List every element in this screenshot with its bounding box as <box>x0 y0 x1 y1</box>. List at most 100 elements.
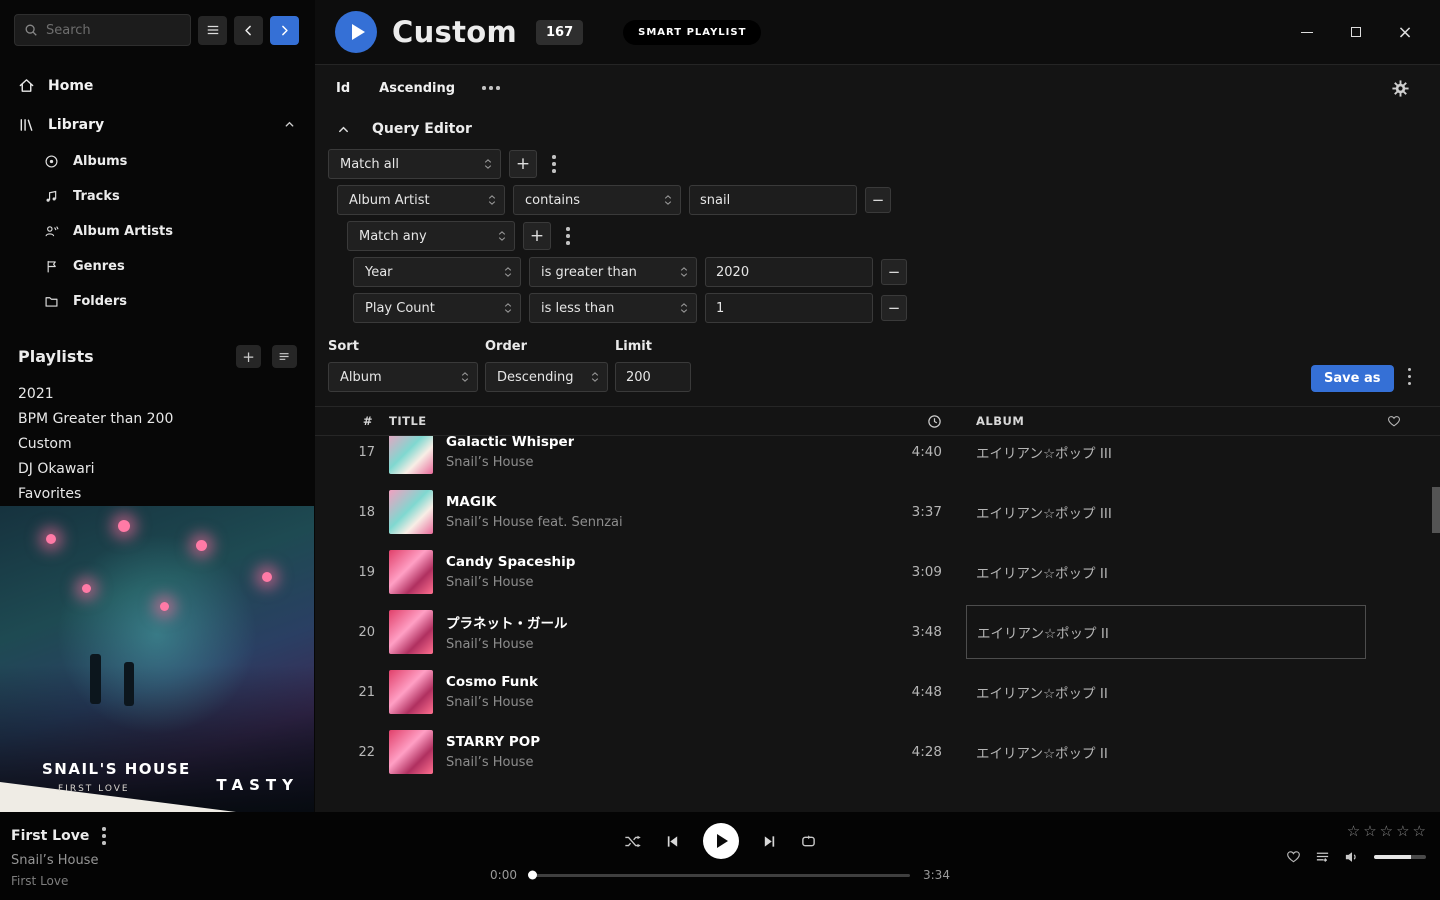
chevron-up-icon[interactable] <box>284 119 295 130</box>
playlist-item[interactable]: BPM Greater than 200 <box>18 406 297 431</box>
search-icon <box>24 23 38 37</box>
save-menu-icon[interactable] <box>1401 364 1419 390</box>
track-row[interactable]: 22 STARRY POP Snail’s House 4:28 エイリアン☆ポ… <box>315 722 1440 782</box>
seek-bar[interactable] <box>530 874 910 877</box>
group-menu-icon[interactable] <box>545 151 563 177</box>
track-count-badge: 167 <box>536 20 583 45</box>
collapse-button[interactable] <box>332 118 354 140</box>
order-select[interactable]: Descending <box>485 362 608 392</box>
repeat-button[interactable] <box>800 834 817 849</box>
query-editor-header: Query Editor <box>315 111 1440 149</box>
rule-operator-select[interactable]: contains <box>513 185 681 215</box>
playlist-item[interactable]: DJ Okawari <box>18 456 297 481</box>
rule-value-input[interactable] <box>689 185 857 215</box>
more-options-icon[interactable] <box>478 82 504 94</box>
play-pause-button[interactable] <box>703 823 739 859</box>
column-album[interactable]: ALBUM <box>952 414 1366 428</box>
select-arrows-icon <box>591 371 599 383</box>
playlist-item[interactable]: Custom <box>18 431 297 456</box>
volume-button[interactable] <box>1344 850 1360 864</box>
minimize-button[interactable] <box>1298 23 1316 41</box>
rule-operator-select[interactable]: is less than <box>529 293 697 323</box>
rule-operator-select[interactable]: is greater than <box>529 257 697 287</box>
menu-button[interactable] <box>198 16 227 45</box>
sidebar-top-bar <box>0 0 315 58</box>
limit-input[interactable] <box>615 362 691 392</box>
column-duration[interactable] <box>852 414 942 429</box>
album-art-thumbnail <box>389 730 433 774</box>
match-mode-select[interactable]: Match any <box>347 221 515 251</box>
track-row[interactable]: 18 MAGIK Snail’s House feat. Sennzai 3:3… <box>315 482 1440 542</box>
star-icon[interactable]: ☆ <box>1363 822 1376 840</box>
search-input[interactable] <box>46 23 181 38</box>
track-artist: Snail’s House <box>446 575 575 590</box>
sidebar-item-folders[interactable]: Folders <box>0 284 315 319</box>
forward-button[interactable] <box>270 16 299 45</box>
track-menu-icon[interactable] <box>98 825 110 847</box>
queue-button[interactable] <box>1315 849 1330 864</box>
sort-field-button[interactable]: Id <box>336 81 350 96</box>
track-row[interactable]: 19 Candy Spaceship Snail’s House 3:09 エイ… <box>315 542 1440 602</box>
rule-field-select[interactable]: Play Count <box>353 293 521 323</box>
play-playlist-button[interactable] <box>335 11 377 53</box>
sort-select[interactable]: Album <box>328 362 478 392</box>
sidebar-item-home[interactable]: Home <box>0 66 315 105</box>
settings-button[interactable] <box>1391 79 1410 98</box>
scrollbar-thumb[interactable] <box>1432 487 1440 533</box>
plus-icon: + <box>516 156 530 173</box>
next-button[interactable] <box>762 834 777 849</box>
track-title: プラネット・ガール <box>446 612 568 632</box>
add-rule-button[interactable]: + <box>523 222 551 250</box>
sidebar-item-library[interactable]: Library <box>0 105 315 144</box>
rating-stars[interactable]: ☆☆☆☆☆ <box>1347 822 1426 840</box>
track-row[interactable]: 17 Galactic Whisper Snail’s House 4:40 エ… <box>315 436 1440 482</box>
playlist-list-button[interactable] <box>272 345 297 368</box>
sort-order-button[interactable]: Ascending <box>379 81 455 96</box>
previous-button[interactable] <box>665 834 680 849</box>
sidebar-item-albums[interactable]: Albums <box>0 144 315 179</box>
total-time: 3:34 <box>923 868 955 882</box>
remove-rule-button[interactable]: − <box>865 187 891 213</box>
rule-value-input[interactable] <box>705 293 873 323</box>
sidebar-item-tracks[interactable]: Tracks <box>0 179 315 214</box>
clock-icon <box>927 414 942 429</box>
volume-slider[interactable] <box>1374 855 1426 859</box>
playlist-item[interactable]: Favorites <box>18 481 297 506</box>
add-rule-button[interactable]: + <box>509 150 537 178</box>
star-icon[interactable]: ☆ <box>1396 822 1409 840</box>
rule-field-select[interactable]: Year <box>353 257 521 287</box>
playlist-item[interactable]: 2021 <box>18 381 297 406</box>
query-rule: Year is greater than − <box>353 257 1440 287</box>
star-icon[interactable]: ☆ <box>1380 822 1393 840</box>
rule-field-select[interactable]: Album Artist <box>337 185 505 215</box>
remove-rule-button[interactable]: − <box>881 295 907 321</box>
star-icon[interactable]: ☆ <box>1347 822 1360 840</box>
remove-rule-button[interactable]: − <box>881 259 907 285</box>
sidebar-item-genres[interactable]: Genres <box>0 249 315 284</box>
save-as-button[interactable]: Save as <box>1311 365 1393 392</box>
close-button[interactable]: × <box>1396 23 1414 41</box>
column-favorite[interactable] <box>1376 414 1412 428</box>
main-panel: Custom 167 SMART PLAYLIST × Id Ascending <box>315 0 1440 812</box>
seek-knob[interactable] <box>528 871 537 880</box>
search-box[interactable] <box>14 14 191 46</box>
back-button[interactable] <box>234 16 263 45</box>
rule-value-input[interactable] <box>705 257 873 287</box>
sort-toolbar: Id Ascending <box>315 65 1440 111</box>
track-row[interactable]: 21 Cosmo Funk Snail’s House 4:48 エイリアン☆ポ… <box>315 662 1440 722</box>
track-album-focused-cell[interactable]: エイリアン☆ポップ II <box>966 605 1366 659</box>
add-playlist-button[interactable]: + <box>236 345 261 368</box>
match-mode-select[interactable]: Match all <box>328 149 501 179</box>
column-number[interactable]: # <box>329 414 379 428</box>
track-row[interactable]: 20 プラネット・ガール Snail’s House 3:48 エイリアン☆ポッ… <box>315 602 1440 662</box>
favorite-button[interactable] <box>1286 849 1301 864</box>
group-menu-icon[interactable] <box>559 223 577 249</box>
shuffle-button[interactable] <box>624 834 642 849</box>
column-title[interactable]: TITLE <box>389 414 842 428</box>
maximize-button[interactable] <box>1347 23 1365 41</box>
query-sub-group: Match any + <box>347 221 1440 251</box>
track-title: Cosmo Funk <box>446 674 538 690</box>
star-icon[interactable]: ☆ <box>1413 822 1426 840</box>
plus-icon: + <box>242 348 255 366</box>
sidebar-item-album-artists[interactable]: Album Artists <box>0 214 315 249</box>
